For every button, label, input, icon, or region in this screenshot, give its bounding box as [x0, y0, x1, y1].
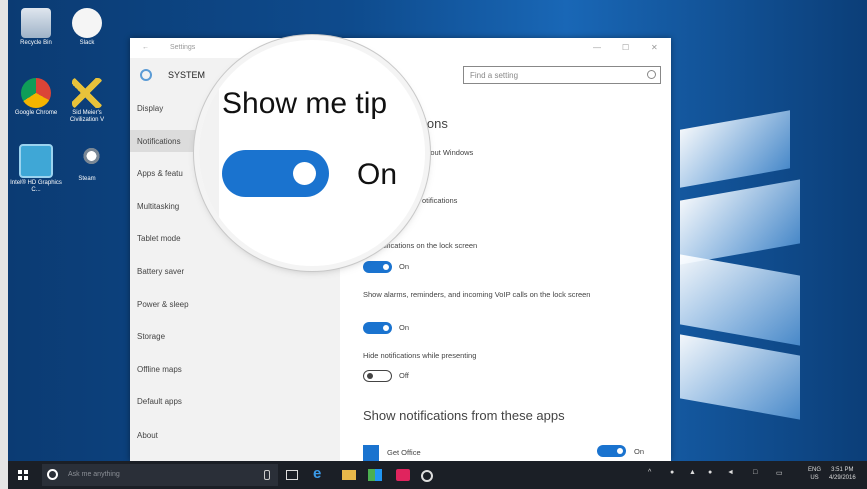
language-indicator[interactable]: ENG US — [808, 466, 821, 482]
minimize-icon[interactable]: — — [593, 43, 601, 52]
window-title: Settings — [170, 44, 196, 51]
action-center-icon[interactable]: □ — [753, 469, 757, 476]
gear-icon — [140, 69, 152, 81]
slack-icon — [72, 8, 102, 38]
get-office-toggle[interactable] — [597, 445, 626, 457]
alarms-label: Show alarms, reminders, and incoming VoI… — [363, 290, 591, 299]
app-name: Get Office — [387, 448, 421, 457]
get-office-state: On — [634, 447, 645, 456]
intel-graphics-icon — [19, 144, 53, 178]
page-heading: ions — [424, 116, 448, 131]
steam-icon — [72, 144, 102, 174]
windows-logo-pane — [680, 179, 800, 265]
maximize-icon[interactable]: ☐ — [622, 43, 629, 52]
desktop-icon-label: Slack — [79, 40, 95, 46]
cortana-placeholder: Ask me anything — [68, 471, 120, 478]
edge-icon[interactable]: e — [313, 465, 327, 482]
windows-start-icon[interactable] — [18, 470, 28, 480]
desktop-icon-recycle-bin[interactable]: Recycle Bin — [9, 8, 63, 47]
desktop-icon-label: Recycle Bin — [20, 40, 52, 46]
alarms-toggle[interactable] — [363, 322, 392, 334]
apps-heading: Show notifications from these apps — [363, 408, 565, 423]
desktop-icon-intel-graphics[interactable]: Intel® HD Graphics C... — [9, 144, 63, 194]
nav-item-about[interactable]: About — [130, 424, 340, 446]
desktop-icon-slack[interactable]: Slack — [60, 8, 114, 47]
keyboard-icon[interactable]: ▭ — [776, 469, 783, 477]
lock-screen-state: On — [399, 262, 410, 271]
clock-time: 3:51 PM — [831, 467, 854, 473]
tips-label: about Windows — [422, 148, 474, 157]
recycle-bin-icon — [21, 8, 51, 38]
toggle-knob — [293, 162, 316, 185]
nav-item-storage[interactable]: Storage — [130, 325, 340, 347]
windows-logo-pane — [680, 254, 800, 346]
toggle-knob — [383, 264, 389, 270]
lock-screen-toggle[interactable] — [363, 261, 392, 273]
chrome-icon — [21, 78, 51, 108]
magnified-tips-toggle[interactable] — [222, 150, 329, 197]
zoom-magnifier: Show me tip On — [199, 40, 425, 266]
windows-logo-pane — [680, 110, 790, 188]
civilization-icon — [72, 78, 102, 108]
microphone-icon[interactable] — [264, 470, 270, 480]
volume-icon[interactable]: ◄ — [727, 469, 734, 476]
nav-item-power-sleep[interactable]: Power & sleep — [130, 293, 340, 315]
cortana-icon — [47, 469, 58, 480]
file-explorer-icon[interactable] — [342, 470, 356, 480]
toggle-knob — [367, 372, 373, 379]
tray-icon[interactable]: ● — [670, 469, 674, 476]
desktop-icon-steam[interactable]: Steam — [60, 144, 114, 183]
desktop-icon-label: Google Chrome — [14, 110, 58, 116]
alarms-state: On — [399, 323, 410, 332]
app-notifications-label: otifications — [422, 196, 458, 205]
settings-gear-icon[interactable] — [421, 470, 433, 482]
store-icon[interactable] — [368, 469, 382, 481]
language-code: ENG — [808, 467, 822, 473]
desktop-icon-label: Sid Meier's Civilization V — [69, 110, 105, 123]
desktop-icon-civilization[interactable]: Sid Meier's Civilization V — [60, 78, 114, 124]
back-arrow-icon[interactable]: ← — [142, 44, 149, 51]
cortana-search-box[interactable]: Ask me anything — [42, 464, 278, 486]
network-icon[interactable]: ▲ — [689, 469, 696, 476]
desktop-icon-label: Intel® HD Graphics C... — [10, 180, 62, 193]
desktop-icon-chrome[interactable]: Google Chrome — [9, 78, 63, 117]
taskbar: Ask me anything e ^ ● ▲ ● ◄ □ ▭ ENG US 3… — [8, 461, 867, 489]
clock-date: 4/29/2016 — [829, 475, 856, 481]
chevron-up-icon[interactable]: ^ — [648, 469, 651, 476]
nav-item-default-apps[interactable]: Default apps — [130, 390, 340, 412]
clock[interactable]: 3:51 PM 4/29/2016 — [829, 466, 856, 482]
office-icon — [363, 445, 379, 461]
app-taskbar-icon[interactable] — [396, 469, 410, 481]
toggle-knob — [617, 448, 623, 454]
magnified-tips-label: Show me tip — [222, 87, 388, 120]
magnified-nav-strip — [199, 40, 219, 266]
close-icon[interactable]: ✕ — [651, 43, 658, 52]
task-view-icon[interactable] — [286, 470, 298, 480]
hide-presenting-state: Off — [399, 371, 409, 380]
region-code: US — [810, 475, 819, 481]
tray-icon[interactable]: ● — [708, 469, 712, 476]
desktop-icon-label: Steam — [78, 176, 96, 182]
hide-presenting-toggle[interactable] — [363, 370, 392, 382]
windows-logo-pane — [680, 334, 800, 420]
toggle-knob — [383, 325, 389, 331]
hide-presenting-label: Hide notifications while presenting — [363, 351, 477, 360]
magnified-tips-state: On — [357, 158, 398, 191]
nav-item-offline-maps[interactable]: Offline maps — [130, 358, 340, 380]
